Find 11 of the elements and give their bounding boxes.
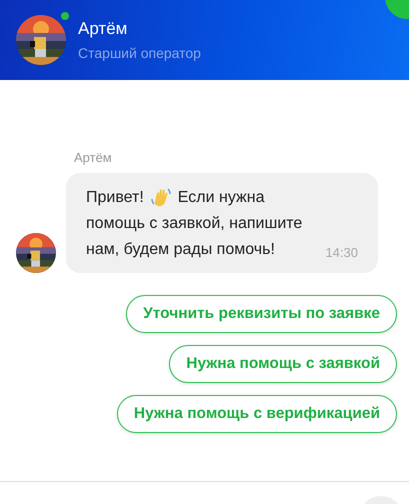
quick-reply-button[interactable]: Нужна помощь с заявкой <box>169 345 397 383</box>
message-text: Если нужна <box>178 188 264 208</box>
message-text: помощь с заявкой, напишите нам, будем рады помочь! <box>86 214 304 260</box>
operator-role: Старший оператор <box>78 45 201 61</box>
operator-name: Артём <box>78 19 128 39</box>
message-text: Привет! <box>86 188 144 208</box>
sender-name: Артём <box>74 150 113 165</box>
message-time: 14:30 <box>325 244 358 262</box>
waving-hand-icon <box>150 187 172 209</box>
quick-reply-button[interactable]: Уточнить реквизиты по заявке <box>126 295 397 333</box>
quick-reply-button[interactable]: Нужна помощь с верификацией <box>116 395 397 433</box>
